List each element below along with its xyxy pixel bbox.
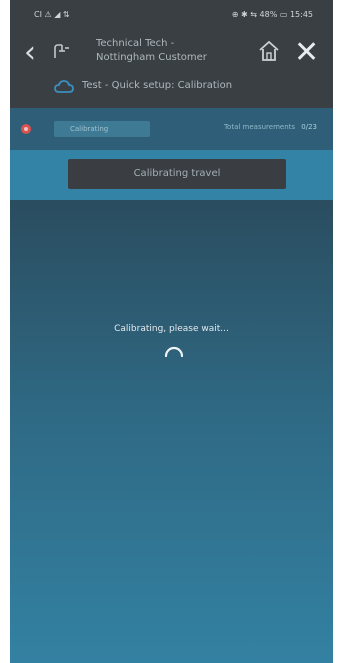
- loading-spinner-icon: [164, 346, 184, 358]
- status-right: ⊕ ✱ ⇆ 48% ▭ 15:45: [231, 10, 313, 19]
- home-icon[interactable]: [256, 38, 282, 64]
- customer-name: Nottingham Customer: [96, 52, 207, 63]
- calibrating-wait-message: Calibrating, please wait...: [114, 324, 229, 334]
- cloud-icon: [54, 80, 74, 93]
- technician-name: Technical Tech -: [96, 38, 175, 49]
- action-bar: Calibrating travel: [10, 150, 333, 200]
- back-chevron-icon[interactable]: ‹: [24, 38, 36, 68]
- info-bar: Calibrating Total measurements 0/23: [10, 108, 333, 150]
- total-measurements: Total measurements 0/23: [224, 123, 317, 131]
- phone-screen: CI ⚠ ◢ ⇅ ⊕ ✱ ⇆ 48% ▭ 15:45 ‹ Technical T…: [10, 0, 333, 663]
- app-header: ‹ Technical Tech - Nottingham Customer ✕…: [10, 28, 333, 108]
- close-icon[interactable]: ✕: [294, 38, 319, 68]
- test-title: Test - Quick setup: Calibration: [82, 80, 233, 91]
- total-measurements-value: 0/23: [301, 123, 317, 131]
- calibrating-travel-button[interactable]: Calibrating travel: [68, 159, 286, 189]
- technician-icon: [54, 44, 69, 58]
- total-measurements-label: Total measurements: [223, 123, 296, 131]
- recording-icon: [21, 124, 31, 134]
- status-left: CI ⚠ ◢ ⇅: [34, 10, 70, 19]
- calibrating-status-badge: Calibrating: [54, 121, 150, 137]
- status-bar: CI ⚠ ◢ ⇅ ⊕ ✱ ⇆ 48% ▭ 15:45: [10, 0, 333, 28]
